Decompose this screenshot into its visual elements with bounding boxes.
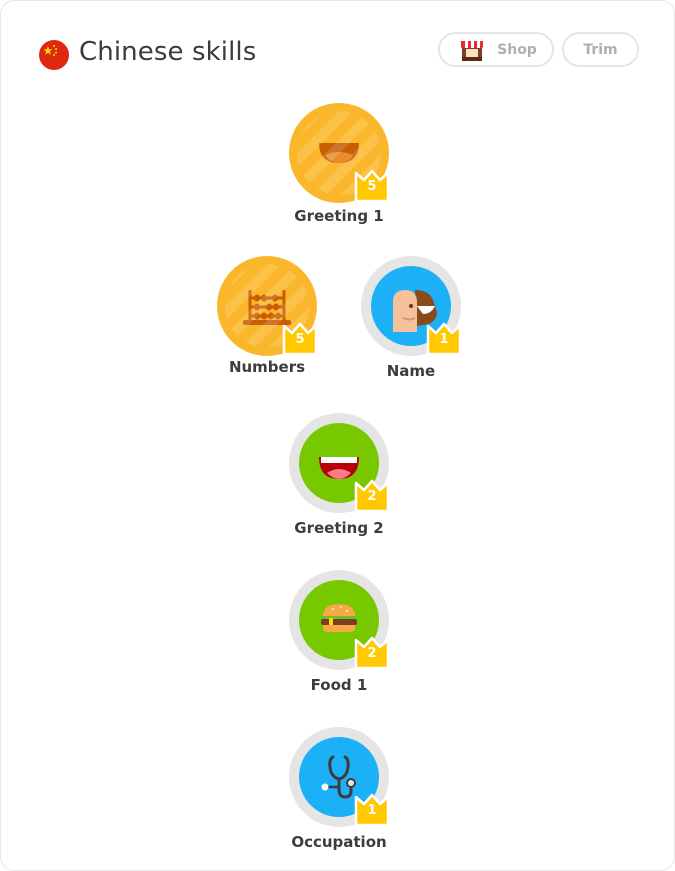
trim-button-label: Trim — [583, 41, 618, 58]
trim-button[interactable]: Trim — [562, 32, 639, 67]
crown-count: 2 — [367, 646, 377, 661]
shop-button-label: Shop — [497, 41, 537, 58]
crown-count: 1 — [367, 803, 377, 818]
shop-icon — [461, 40, 484, 61]
crown-badge: 5 — [281, 322, 319, 356]
skill-greeting-2[interactable]: 2 Greeting 2 — [279, 413, 399, 543]
skill-name[interactable]: 1 Name — [351, 256, 471, 386]
crown-badge: 1 — [425, 322, 463, 356]
crown-count: 5 — [295, 332, 305, 347]
crown-badge: 2 — [353, 479, 391, 513]
skill-label: Greeting 1 — [294, 207, 384, 225]
crown-badge: 5 — [353, 169, 391, 203]
skill-label: Occupation — [291, 833, 387, 851]
skills-card: Chinese skills Shop Trim 5 Greeting 1 5 … — [0, 0, 675, 871]
crown-badge: 2 — [353, 636, 391, 670]
skill-food-1[interactable]: 2 Food 1 — [279, 570, 399, 700]
crown-count: 2 — [367, 489, 377, 504]
skill-label: Numbers — [228, 358, 306, 376]
page-title: Chinese skills — [79, 37, 257, 67]
skill-numbers[interactable]: 5 Numbers — [207, 256, 327, 386]
skill-label: Food 1 — [310, 676, 368, 694]
skill-occupation[interactable]: 1 Occupation — [279, 727, 399, 857]
crown-count: 1 — [439, 332, 449, 347]
crown-badge: 1 — [353, 793, 391, 827]
shop-button[interactable]: Shop — [438, 32, 554, 67]
crown-count: 5 — [367, 179, 377, 194]
skill-greeting-1[interactable]: 5 Greeting 1 — [279, 103, 399, 233]
china-flag-icon — [39, 40, 69, 70]
skill-label: Greeting 2 — [294, 519, 384, 537]
skill-label: Name — [386, 362, 436, 380]
